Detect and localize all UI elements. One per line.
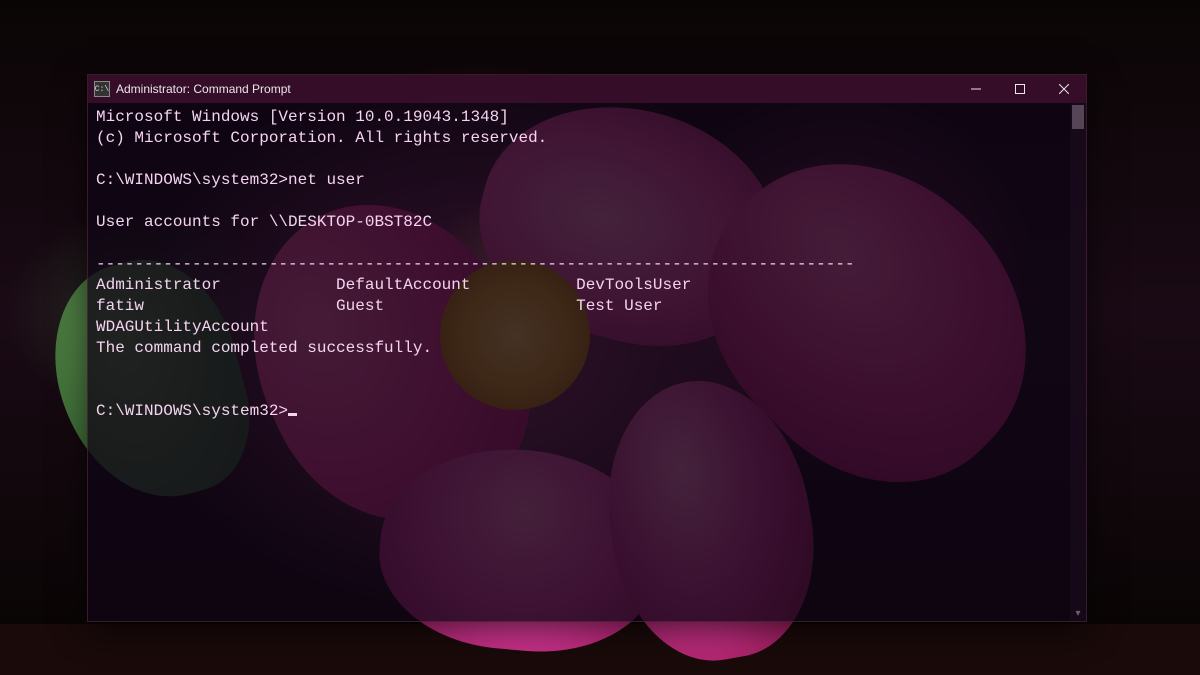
- scrollbar-thumb[interactable]: [1072, 105, 1084, 129]
- user-cell: WDAGUtilityAccount: [96, 318, 269, 336]
- version-line: Microsoft Windows [Version 10.0.19043.13…: [96, 108, 509, 126]
- command-1: net user: [288, 171, 365, 189]
- user-cell: Guest: [336, 297, 576, 315]
- close-icon: [1059, 84, 1069, 94]
- cursor: [288, 413, 297, 416]
- user-cell: Test User: [576, 297, 662, 315]
- window-title: Administrator: Command Prompt: [116, 82, 291, 96]
- window-titlebar[interactable]: C:\ Administrator: Command Prompt: [88, 75, 1086, 103]
- scrollbar-track[interactable]: ▾: [1070, 103, 1086, 621]
- prompt-2: C:\WINDOWS\system32>: [96, 402, 288, 420]
- user-cell: Administrator: [96, 276, 336, 294]
- copyright-line: (c) Microsoft Corporation. All rights re…: [96, 129, 547, 147]
- close-button[interactable]: [1042, 75, 1086, 103]
- scroll-down-icon[interactable]: ▾: [1070, 605, 1086, 621]
- minimize-icon: [971, 84, 981, 94]
- cmd-icon: C:\: [94, 81, 110, 97]
- completion-line: The command completed successfully.: [96, 339, 432, 357]
- separator-line: ----------------------------------------…: [96, 255, 855, 273]
- terminal-body[interactable]: Microsoft Windows [Version 10.0.19043.13…: [88, 103, 1086, 621]
- accounts-header: User accounts for \\DESKTOP-0BST82C: [96, 213, 432, 231]
- command-prompt-window[interactable]: C:\ Administrator: Command Prompt Micros…: [87, 74, 1087, 622]
- maximize-icon: [1015, 84, 1025, 94]
- prompt-1: C:\WINDOWS\system32>: [96, 171, 288, 189]
- minimize-button[interactable]: [954, 75, 998, 103]
- user-cell: fatiw: [96, 297, 336, 315]
- terminal-output[interactable]: Microsoft Windows [Version 10.0.19043.13…: [88, 103, 1086, 621]
- user-cell: DefaultAccount: [336, 276, 576, 294]
- user-cell: DevToolsUser: [576, 276, 691, 294]
- maximize-button[interactable]: [998, 75, 1042, 103]
